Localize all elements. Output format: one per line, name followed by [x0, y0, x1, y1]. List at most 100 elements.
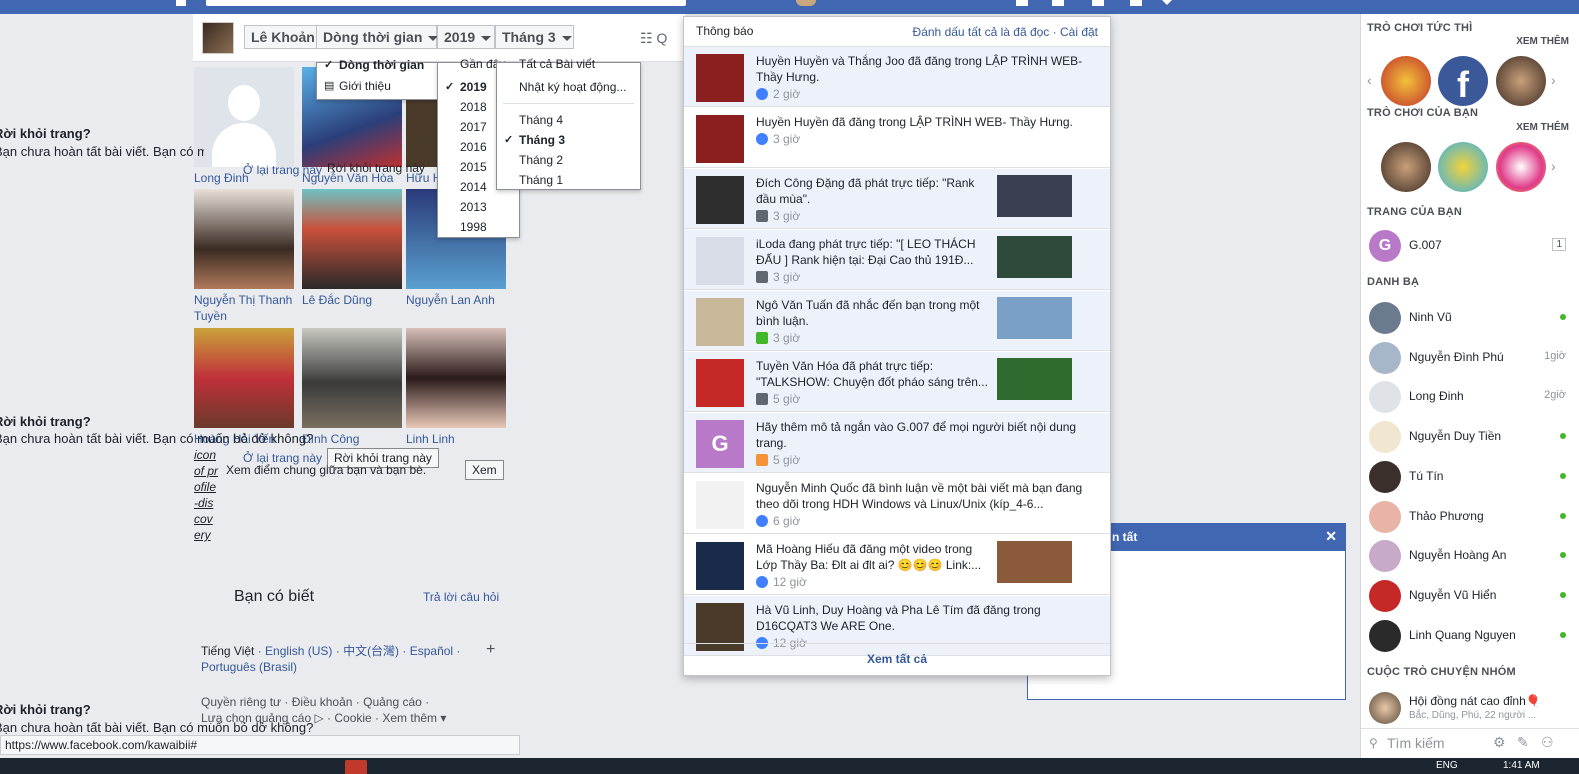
contact-item[interactable]: Long Đinh 2giờ [1369, 379, 1574, 415]
notification-thumbnail[interactable] [997, 541, 1072, 583]
notification-text: Tuyền Văn Hóa đã phát trực tiếp: "TALKSH… [756, 359, 988, 389]
contact-item[interactable]: Thảo Phương [1369, 499, 1574, 535]
contact-item[interactable]: Ninh Vũ [1369, 300, 1574, 336]
notification-thumbnail[interactable] [997, 358, 1072, 400]
close-icon[interactable]: ✕ [1325, 528, 1337, 545]
contact-item[interactable]: Nguyễn Đình Phú 1giờ [1369, 340, 1574, 376]
friend-card[interactable]: Đình Công [302, 328, 402, 447]
group-chat-members: Bắc, Dũng, Phú, 22 người ... [1409, 710, 1537, 721]
answer-question-link[interactable]: Trả lời câu hỏi [423, 590, 499, 604]
profile-name-button[interactable]: Lê Khoản [244, 25, 322, 49]
compose-icon[interactable]: ✎ [1517, 734, 1529, 751]
notification-item[interactable]: Huyền Huyền đã đăng trong LẬP TRÌNH WEB-… [684, 108, 1110, 168]
notification-item[interactable]: Mã Hoàng Hiếu đã đăng một video trong Lớ… [684, 535, 1110, 595]
chevron-right-icon[interactable]: › [1551, 72, 1556, 88]
tetris-game-icon[interactable] [1496, 142, 1546, 192]
game-avatar-icon[interactable] [1496, 56, 1546, 106]
game-52la-icon[interactable] [1381, 56, 1431, 106]
friend-name[interactable]: Lê Đắc Dũng [302, 292, 402, 308]
month-menu-item[interactable]: ✓ Tháng 3 [497, 130, 640, 150]
contact-item[interactable]: Nguyễn Duy Tiền [1369, 419, 1574, 455]
avatar[interactable] [796, 0, 816, 6]
messages-icon[interactable] [1052, 0, 1064, 6]
app-taskbar-icon[interactable] [345, 760, 367, 774]
input-language[interactable]: ENG [1436, 760, 1458, 771]
notification-item[interactable]: Huyền Huyền và Thắng Joo đã đăng trong L… [684, 47, 1110, 107]
contact-item[interactable]: Nguyễn Vũ Hiển [1369, 578, 1574, 614]
avatar [1369, 500, 1401, 533]
notification-item[interactable]: Ngô Văn Tuấn đã nhắc đến bạn trong một b… [684, 291, 1110, 351]
notifications-icon[interactable] [1092, 0, 1104, 6]
friend-requests-icon[interactable] [1016, 0, 1028, 6]
see-more-your-games-link[interactable]: XEM THÊM [1516, 122, 1569, 133]
notification-item[interactable]: G Hãy thêm mô tả ngắn vào G.007 để mọi ng… [684, 413, 1110, 473]
notification-item[interactable]: Đích Công Đặng đã phát trực tiếp: "Rank … [684, 169, 1110, 229]
facebook-game-icon[interactable]: f [1438, 56, 1488, 106]
notification-item[interactable]: Nguyễn Minh Quốc đã bình luận về một bài… [684, 474, 1110, 534]
friend-name[interactable]: Linh Linh [406, 431, 506, 447]
year-menu-item[interactable]: 1998 [438, 217, 519, 237]
gear-icon[interactable]: ⚙ [1493, 734, 1506, 751]
month-select[interactable]: Tháng 3 [495, 25, 574, 49]
year-select[interactable]: 2019 [437, 25, 495, 49]
video-icon [756, 210, 768, 222]
notification-item[interactable]: Tuyền Văn Hóa đã phát trực tiếp: "TALKSH… [684, 352, 1110, 412]
friend-card[interactable]: Nguyễn Thị Thanh Tuyền [194, 189, 294, 324]
clock[interactable]: 1:41 AM [1503, 760, 1540, 771]
friend-photo[interactable] [194, 189, 294, 289]
notification-thumbnail[interactable] [997, 236, 1072, 278]
year-menu-item[interactable]: 2013 [438, 197, 519, 217]
friend-name[interactable]: Nguyễn Lan Anh [406, 292, 506, 308]
notification-thumbnail[interactable] [997, 175, 1072, 217]
month-menu-item[interactable]: Nhật ký hoạt động... [497, 77, 640, 97]
friend-card[interactable]: Hoàng Hải Yến [194, 328, 294, 447]
friend-photo[interactable] [194, 67, 294, 167]
chevron-right-icon[interactable]: › [1551, 158, 1556, 174]
group-chat-item[interactable]: Hội đồng nát cao đỉnh🎈 Bắc, Dũng, Phú, 2… [1369, 690, 1574, 726]
month-menu-item[interactable]: Tháng 2 [497, 150, 640, 170]
view-menu-item[interactable]: ▤ Giới thiệu [317, 79, 441, 97]
notification-thumbnail[interactable] [997, 297, 1072, 339]
friend-name[interactable]: Nguyễn Thị Thanh Tuyền [194, 292, 294, 324]
game-bubble-icon[interactable] [1438, 142, 1488, 192]
friend-photo[interactable] [302, 189, 402, 289]
friend-photo[interactable] [194, 328, 294, 428]
avatar [1369, 619, 1401, 652]
see-all-notifications-link[interactable]: Xem tất cả [684, 643, 1110, 675]
footer-links[interactable]: Quyền riêng tư · Điều khoản · Quảng cáo … [201, 695, 429, 709]
month-menu-item[interactable]: Tháng 4 [497, 110, 640, 130]
see-more-games-link[interactable]: XEM THÊM [1516, 36, 1569, 47]
contact-item[interactable]: Tú Tín [1369, 459, 1574, 495]
view-menu-item[interactable]: ✓ Dòng thời gian [317, 59, 441, 79]
view-mutual-button[interactable]: Xem [465, 460, 504, 480]
month-menu-item[interactable]: Tháng 1 [497, 170, 640, 190]
add-language-button[interactable]: + [486, 641, 495, 659]
game-avatar-icon[interactable] [1381, 142, 1431, 192]
leave-page-button[interactable]: Rời khỏi trang này [327, 161, 425, 175]
month-menu-item[interactable]: Tất cả Bài viết [497, 58, 640, 77]
group-icon[interactable]: ⚇ [1541, 734, 1554, 751]
search-input[interactable] [206, 0, 686, 6]
facebook-logo-icon[interactable] [176, 0, 186, 6]
chat-search-input[interactable]: Tìm kiếm [1387, 735, 1445, 751]
contact-name: Thảo Phương [1409, 508, 1484, 523]
friend-card[interactable]: Lê Đắc Dũng [302, 189, 402, 308]
last-active-time: 2giờ [1544, 389, 1566, 402]
friend-photo[interactable] [302, 328, 402, 428]
contact-item[interactable]: Nguyễn Hoàng An [1369, 538, 1574, 574]
notification-avatar [696, 115, 744, 163]
timeline-view-select[interactable]: Dòng thời gian [316, 25, 439, 49]
timeline-settings-button[interactable]: ☷ Q [640, 30, 667, 47]
notification-item[interactable]: iLoda đang phát trực tiếp: "[ LEO THÁCH … [684, 230, 1110, 290]
mark-all-read-link[interactable]: Đánh dấu tất cả là đã đọc · Cài đặt [913, 25, 1098, 39]
help-icon[interactable] [1130, 0, 1142, 6]
stay-on-page-link[interactable]: Ở lại trang này [243, 163, 322, 177]
friend-photo[interactable] [406, 328, 506, 428]
avatar [1369, 302, 1401, 334]
friend-card[interactable]: Linh Linh [406, 328, 506, 447]
profile-avatar[interactable] [202, 22, 234, 54]
chevron-left-icon[interactable]: ‹ [1367, 72, 1372, 88]
contact-item[interactable]: Linh Quang Nguyen [1369, 618, 1574, 654]
page-item[interactable]: G G.007 1 [1369, 228, 1574, 264]
account-menu-icon[interactable] [1162, 0, 1172, 5]
